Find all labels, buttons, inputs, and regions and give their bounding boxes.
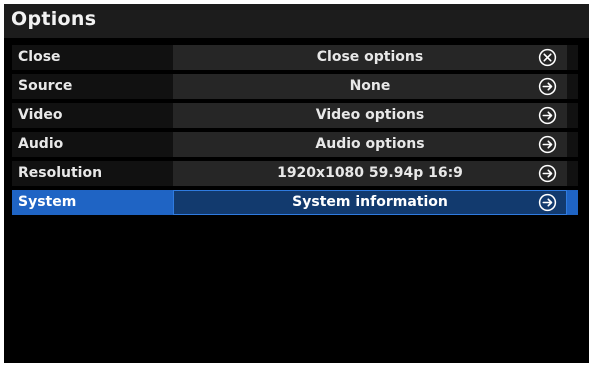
arrow-right-circle-icon[interactable] [538,106,557,125]
option-label: Resolution [18,165,103,181]
options-screen: Options Close Close options Source None [4,4,589,363]
option-row-close[interactable]: Close Close options [12,45,578,70]
close-circle-icon[interactable] [538,48,557,67]
video-options-button[interactable]: Video options [173,103,567,128]
system-information-button[interactable]: System information [173,190,567,215]
option-row-source[interactable]: Source None [12,74,578,99]
resolution-select-button[interactable]: 1920x1080 59.94p 16:9 [173,161,567,186]
arrow-right-circle-icon[interactable] [538,164,557,183]
option-label: Source [18,78,73,94]
title-bar: Options [4,4,589,38]
option-value: Audio options [315,136,425,152]
audio-options-button[interactable]: Audio options [173,132,567,157]
option-label: Close [18,49,61,65]
option-row-audio[interactable]: Audio Audio options [12,132,578,157]
arrow-right-circle-icon[interactable] [538,135,557,154]
option-row-system[interactable]: System System information [12,190,578,215]
option-label: Video [18,107,63,123]
option-row-video[interactable]: Video Video options [12,103,578,128]
option-label: System [18,194,77,210]
source-select-button[interactable]: None [173,74,567,99]
option-value: None [349,78,391,94]
options-list: Close Close options Source None Video Vi… [12,45,578,219]
option-value: Video options [315,107,425,123]
option-row-resolution[interactable]: Resolution 1920x1080 59.94p 16:9 [12,161,578,186]
arrow-right-circle-icon[interactable] [538,193,557,212]
option-value: 1920x1080 59.94p 16:9 [277,165,463,181]
option-value: Close options [316,49,424,65]
page-title: Options [11,8,97,30]
option-value: System information [292,194,448,210]
close-options-button[interactable]: Close options [173,45,567,70]
option-label: Audio [18,136,64,152]
arrow-right-circle-icon[interactable] [538,77,557,96]
